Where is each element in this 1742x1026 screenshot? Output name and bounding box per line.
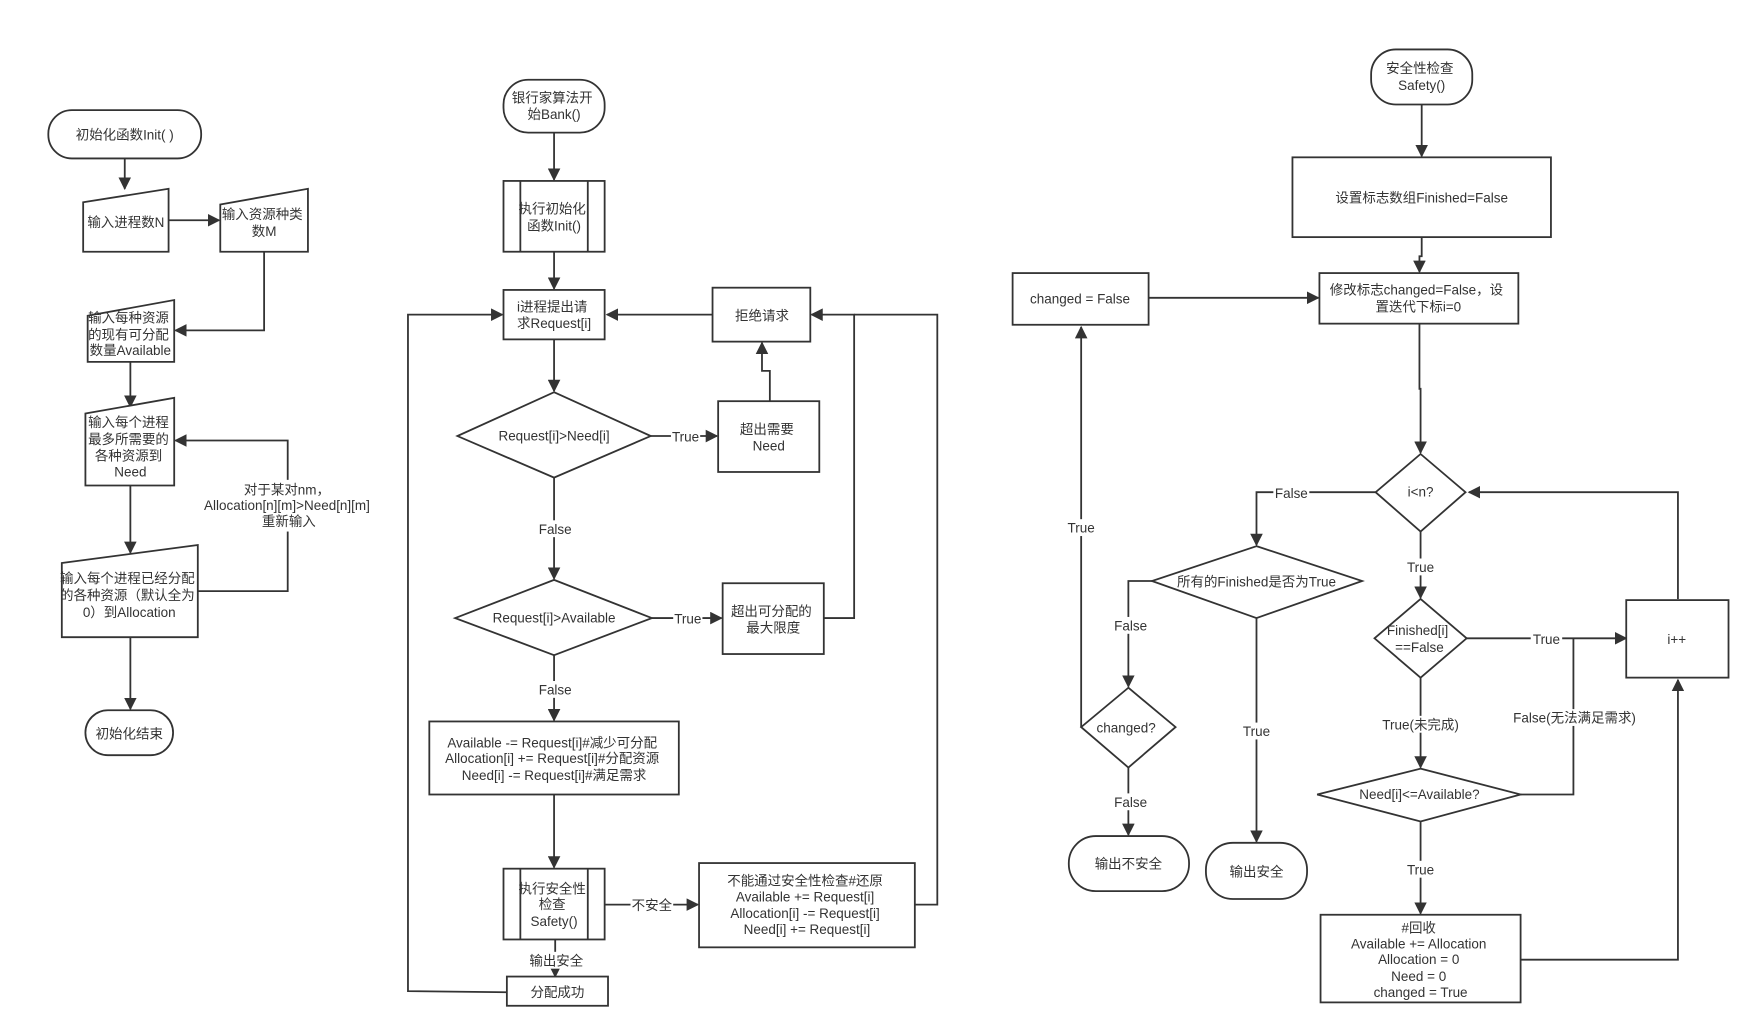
init-end-label: 初始化结束 <box>96 726 163 741</box>
call-init-label: 执行初始化 函数Init() <box>519 202 590 234</box>
edge-rollback-to-reject <box>854 313 939 906</box>
edge-label-false: False <box>539 682 572 697</box>
safety-flowchart: 安全性检查 Safety() 设置标志数组Finished=False 修改标志… <box>1011 48 1730 1004</box>
check-finished-i-label: Finished[i] ==False <box>1387 623 1452 655</box>
check-all-finished-label: 所有的Finished是否为True <box>1177 575 1336 590</box>
edge-label-false: False <box>1275 486 1308 501</box>
edge-label-true: True <box>672 430 699 445</box>
check-changed-label: changed? <box>1097 721 1156 736</box>
edge-label-true: True <box>1407 862 1434 877</box>
edge-label-true: True <box>1068 521 1095 536</box>
check-need-label: Request[i]>Need[i] <box>498 429 609 444</box>
edge-label-false: False <box>1114 618 1147 633</box>
check-need-available-label: Need[i]<=Available? <box>1359 787 1479 802</box>
success-label: 分配成功 <box>531 985 585 1000</box>
reject-label: 拒绝请求 <box>735 308 789 323</box>
edge-label-false: False <box>539 522 572 537</box>
edge-label-false-unsatisfied: False(无法满足需求) <box>1513 711 1636 726</box>
edge-label-unsafe: 不安全 <box>632 897 673 913</box>
edge-label-true: True <box>1533 632 1560 647</box>
edge-label-false: False <box>1114 795 1147 810</box>
request-label: i进程提出请 求Request[i] <box>517 299 591 331</box>
check-finished-i-decision <box>1373 597 1469 679</box>
check-available-label: Request[i]>Available <box>493 611 616 626</box>
input-available-label: 输入每种资源 的现有可分配 数量Available <box>88 311 173 359</box>
edge-m-to-available <box>174 251 266 337</box>
edge-finished-to-reset <box>1413 237 1426 274</box>
check-i-label: i<n? <box>1408 485 1434 500</box>
edge-label-true: True <box>1407 560 1434 575</box>
init-start-label: 初始化函数Init( ) <box>76 127 174 142</box>
input-n-label: 输入进程数N <box>87 215 164 230</box>
edge-reset-to-check-i <box>1414 323 1427 455</box>
output-unsafe-label: 输出不安全 <box>1095 856 1163 872</box>
edge-label-true: True <box>1243 724 1270 739</box>
edge-success-to-request <box>407 308 507 994</box>
edge-label-true-unfinished: True(未完成) <box>1382 717 1459 732</box>
edge-exceed-need-to-reject <box>755 341 771 402</box>
edge-label-true: True <box>674 612 701 627</box>
flowchart-canvas: 初始化函数Init( ) 输入进程数N 输入资源种类 数M 输入每种资源 的现有… <box>47 48 1730 1007</box>
set-finished-label: 设置标志数组Finished=False <box>1335 190 1508 205</box>
request-node <box>502 289 606 341</box>
inc-i-label: i++ <box>1667 632 1686 647</box>
bank-flowchart: 银行家算法开 始Bank() 执行初始化 函数Init() i进程提出请 求Re… <box>407 78 939 1007</box>
changed-false-label: changed = False <box>1030 291 1130 306</box>
allocate-label: Available -= Request[i]#减少可分配 Allocation… <box>445 735 663 783</box>
init-flowchart: 初始化函数Init( ) 输入进程数N 输入资源种类 数M 输入每种资源 的现有… <box>47 109 380 757</box>
edge-label-safe: 输出安全 <box>529 952 583 968</box>
edge-inc-to-check-i <box>1467 485 1679 599</box>
output-safe-label: 输出安全 <box>1230 864 1284 880</box>
